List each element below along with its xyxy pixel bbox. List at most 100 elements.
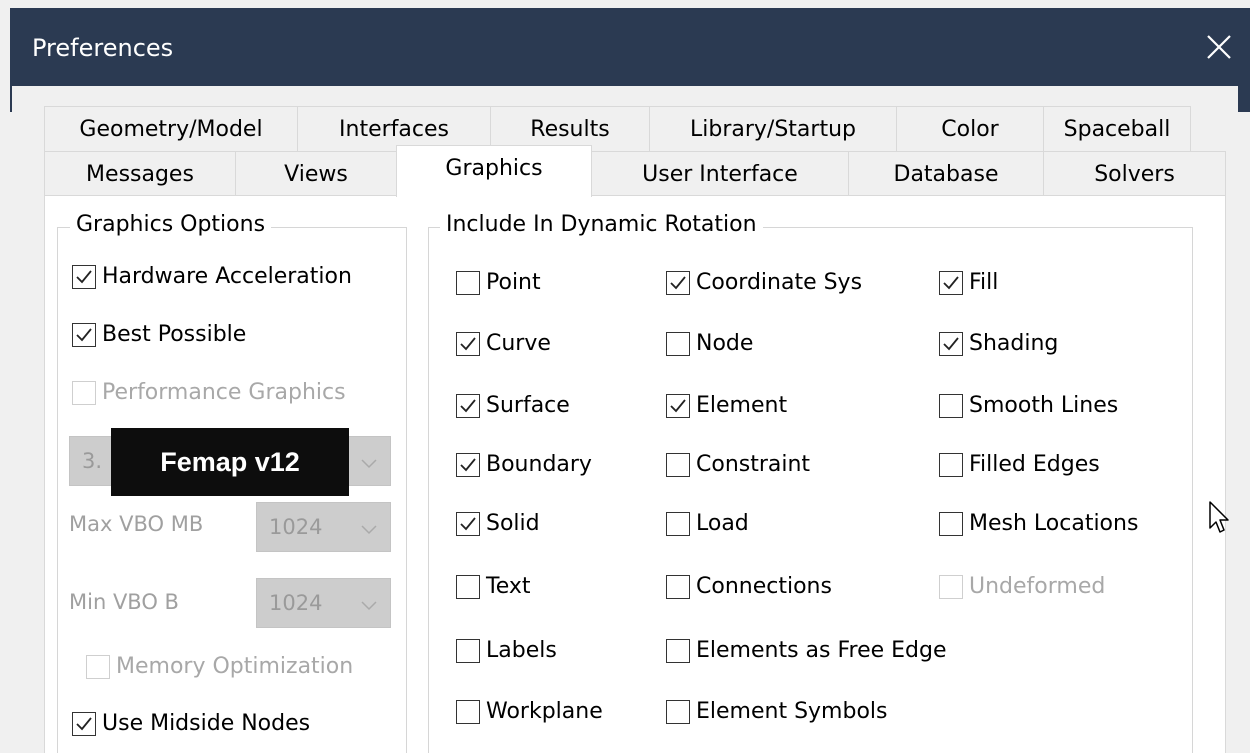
undeformed-checkbox[interactable]: Undeformed [939,574,1105,599]
checkbox-label: Memory Optimization [116,654,354,679]
load-checkbox[interactable]: Load [666,511,749,536]
checkbox-box [666,511,690,536]
checkbox-label: Node [696,331,754,356]
checkbox-label: Connections [696,574,832,599]
checkbox-label: Shading [969,331,1059,356]
mesh-locations-checkbox[interactable]: Mesh Locations [939,511,1138,536]
tab-label: Interfaces [339,116,449,142]
select-value: 1024 [269,515,323,539]
checkbox-label: Fill [969,270,999,295]
checkbox-label: Boundary [486,452,592,477]
checkbox-label: Use Midside Nodes [102,711,311,736]
checkbox-box [666,393,690,418]
hardware-acceleration-checkbox[interactable]: Hardware Acceleration [72,264,352,289]
checkbox-label: Hardware Acceleration [102,264,352,289]
max-vbo-select[interactable]: 1024 [256,502,391,552]
curve-checkbox[interactable]: Curve [456,331,551,356]
tab-user-interface[interactable]: User Interface [591,151,849,197]
min-vbo-label: Min VBO B [69,590,179,614]
filled-edges-checkbox[interactable]: Filled Edges [939,452,1100,477]
checkbox-label: Curve [486,331,551,356]
checkbox-label: Element [696,393,788,418]
best-possible-checkbox[interactable]: Best Possible [72,322,246,347]
checkbox-box [939,331,963,356]
checkbox-box [456,393,480,418]
tab-library-startup[interactable]: Library/Startup [649,106,897,152]
checkbox-label: Mesh Locations [969,511,1139,536]
checkbox-box [939,270,963,295]
checkbox-label: Performance Graphics [102,380,346,405]
checkbox-box [72,322,96,347]
use-midside-nodes-checkbox[interactable]: Use Midside Nodes [72,711,310,736]
checkbox-box [939,393,963,418]
solid-checkbox[interactable]: Solid [456,511,540,536]
tab-label: Graphics [445,156,543,181]
chevron-down-icon [360,453,378,477]
tab-label: Geometry/Model [79,116,263,142]
checkbox-label: Smooth Lines [969,393,1119,418]
text-checkbox[interactable]: Text [456,574,531,599]
tab-label: Color [941,116,999,142]
tab-spaceball[interactable]: Spaceball [1043,106,1191,152]
tab-database[interactable]: Database [848,151,1044,197]
checkbox-box [666,699,690,724]
checkbox-label: Workplane [486,699,603,724]
surface-checkbox[interactable]: Surface [456,393,570,418]
checkbox-label: Undeformed [969,574,1106,599]
checkbox-box [939,452,963,477]
checkbox-label: Coordinate Sys [696,270,863,295]
dynamic-rotation-title: Include In Dynamic Rotation [440,212,763,237]
min-vbo-select[interactable]: 1024 [256,578,391,628]
checkbox-label: Surface [486,393,570,418]
checkbox-box [939,511,963,536]
memory-optimization-checkbox[interactable]: Memory Optimization [86,654,353,679]
checkbox-box [72,380,96,405]
checkbox-label: Labels [486,638,557,663]
checkbox-box [666,331,690,356]
tab-geometry-model[interactable]: Geometry/Model [44,106,298,152]
checkbox-label: Best Possible [102,322,247,347]
tab-label: Library/Startup [690,116,856,142]
checkbox-label: Constraint [696,452,811,477]
connections-checkbox[interactable]: Connections [666,574,832,599]
coordinate-sys-checkbox[interactable]: Coordinate Sys [666,270,862,295]
chevron-down-icon [360,519,378,543]
tab-color[interactable]: Color [896,106,1044,152]
checkbox-label: Point [486,270,541,295]
tab-messages[interactable]: Messages [44,151,236,197]
dynamic-rotation-group [428,227,1193,753]
tab-views[interactable]: Views [235,151,397,197]
constraint-checkbox[interactable]: Constraint [666,452,810,477]
tab-solvers[interactable]: Solvers [1043,151,1226,197]
chevron-down-icon [360,595,378,619]
checkbox-label: Elements as Free Edge [696,638,947,663]
checkbox-label: Solid [486,511,540,536]
boundary-checkbox[interactable]: Boundary [456,452,592,477]
performance-graphics-checkbox[interactable]: Performance Graphics [72,380,346,405]
checkbox-label: Filled Edges [969,452,1100,477]
checkbox-label: Element Symbols [696,699,888,724]
select-value: 3. [82,449,103,473]
close-icon[interactable] [1202,30,1236,64]
elements-as-free-edge-checkbox[interactable]: Elements as Free Edge [666,638,947,663]
tab-label: Results [530,116,610,142]
element-symbols-checkbox[interactable]: Element Symbols [666,699,888,724]
checkbox-box [72,264,96,289]
checkbox-box [666,452,690,477]
smooth-lines-checkbox[interactable]: Smooth Lines [939,393,1118,418]
tab-label: Messages [86,161,194,187]
checkbox-box [666,638,690,663]
element-checkbox[interactable]: Element [666,393,787,418]
tab-graphics[interactable]: Graphics [396,145,592,197]
tab-label: Spaceball [1063,116,1171,142]
graphics-options-title: Graphics Options [70,212,272,237]
checkbox-box [939,574,963,599]
labels-checkbox[interactable]: Labels [456,638,557,663]
shading-checkbox[interactable]: Shading [939,331,1058,356]
fill-checkbox[interactable]: Fill [939,270,998,295]
workplane-checkbox[interactable]: Workplane [456,699,603,724]
point-checkbox[interactable]: Point [456,270,541,295]
node-checkbox[interactable]: Node [666,331,753,356]
checkbox-label: Text [486,574,531,599]
checkbox-box [456,699,480,724]
